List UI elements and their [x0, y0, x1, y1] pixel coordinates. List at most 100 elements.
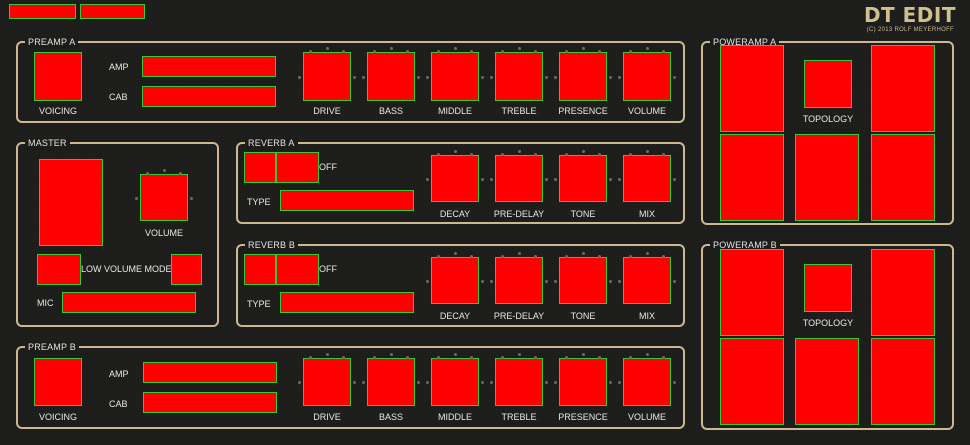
- poweramp-a-control-4[interactable]: [795, 134, 859, 221]
- tick-dot: [426, 75, 429, 79]
- treble-knob[interactable]: [495, 358, 543, 406]
- tick-dot: [190, 196, 193, 200]
- poweramp-a-topology-control[interactable]: [804, 60, 852, 108]
- tick-dot: [298, 381, 301, 384]
- reverb-a-type-select[interactable]: [280, 190, 414, 211]
- tick-dot: [565, 255, 568, 258]
- tick-dot: [454, 47, 457, 50]
- reverb-b-off-label: OFF: [319, 264, 337, 274]
- tick-dot: [390, 47, 393, 50]
- knob-label: PRESENCE: [558, 106, 608, 116]
- tick-dot: [481, 75, 484, 79]
- knob-label: DRIVE: [313, 412, 341, 422]
- master-main-control[interactable]: [39, 159, 103, 246]
- poweramp-b-control-3[interactable]: [720, 338, 784, 425]
- pre-delay-knob[interactable]: [495, 257, 543, 304]
- tick-dot: [426, 381, 429, 384]
- cab-select[interactable]: [142, 86, 276, 107]
- amp-select[interactable]: [143, 362, 277, 383]
- panel-title: PREAMP B: [25, 341, 79, 353]
- poweramp-b-control-2[interactable]: [871, 249, 935, 336]
- mic-select[interactable]: [62, 292, 196, 313]
- tick-dot: [163, 169, 166, 172]
- low-volume-mode-label: LOW VOLUME MODE: [81, 264, 172, 274]
- low-volume-mode-left[interactable]: [37, 254, 81, 285]
- mix-knob[interactable]: [623, 155, 671, 202]
- volume-knob[interactable]: [623, 52, 671, 101]
- middle-knob[interactable]: [431, 52, 479, 101]
- poweramp-a-topology-label: TOPOLOGY: [802, 114, 854, 124]
- panel-title: REVERB B: [245, 239, 299, 251]
- copyright-text: (C) 2013 ROLF MEYERHOFF: [866, 27, 954, 33]
- poweramp-a-control-5[interactable]: [871, 134, 935, 221]
- voicing-label: VOICING: [38, 106, 77, 116]
- reverb-b-toggle-left[interactable]: [244, 254, 276, 285]
- low-volume-mode-right[interactable]: [171, 254, 202, 285]
- reverb-b-type-select[interactable]: [280, 292, 414, 313]
- treble-knob[interactable]: [495, 52, 543, 101]
- tick-dot: [470, 153, 473, 156]
- tick-dot: [609, 279, 612, 283]
- tick-dot: [609, 177, 612, 181]
- poweramp-b-control-1[interactable]: [720, 249, 784, 336]
- middle-knob[interactable]: [431, 358, 479, 406]
- tick-dot: [565, 50, 568, 53]
- tick-dot: [481, 177, 484, 181]
- poweramp-a-control-2[interactable]: [871, 45, 935, 132]
- tick-dot: [490, 75, 493, 79]
- tick-dot: [629, 153, 632, 156]
- tick-dot: [437, 50, 440, 53]
- tick-dot: [618, 279, 621, 283]
- tick-dot: [554, 75, 557, 79]
- tick-dot: [646, 252, 649, 255]
- tick-dot: [662, 255, 665, 258]
- poweramp-b-control-5[interactable]: [871, 338, 935, 425]
- bass-knob[interactable]: [367, 358, 415, 406]
- reverb-b-toggle-right[interactable]: [276, 254, 319, 285]
- top-tab-1[interactable]: [9, 4, 76, 19]
- tone-knob[interactable]: [559, 155, 607, 202]
- presence-knob[interactable]: [559, 358, 607, 406]
- tick-dot: [646, 353, 649, 356]
- tick-dot: [629, 255, 632, 258]
- amp-select[interactable]: [142, 56, 276, 77]
- tick-dot: [309, 356, 312, 359]
- knob-label: TREBLE: [501, 106, 537, 116]
- presence-knob[interactable]: [559, 52, 607, 101]
- master-volume-knob[interactable]: [140, 174, 188, 221]
- top-tab-2[interactable]: [80, 4, 145, 19]
- mix-knob[interactable]: [623, 257, 671, 304]
- poweramp-a-control-3[interactable]: [720, 134, 784, 221]
- voicing-control[interactable]: [34, 52, 82, 101]
- panel-title: PREAMP A: [25, 36, 79, 48]
- tick-dot: [490, 177, 493, 181]
- tick-dot: [545, 279, 548, 283]
- tick-dot: [609, 75, 612, 79]
- pre-delay-knob[interactable]: [495, 155, 543, 202]
- bass-knob[interactable]: [367, 52, 415, 101]
- tick-dot: [582, 47, 585, 50]
- tick-dot: [534, 50, 537, 53]
- tick-dot: [146, 172, 149, 175]
- decay-knob[interactable]: [431, 257, 479, 304]
- drive-knob[interactable]: [303, 358, 351, 406]
- poweramp-a-control-1[interactable]: [720, 45, 784, 132]
- drive-knob[interactable]: [303, 52, 351, 101]
- tick-dot: [629, 356, 632, 359]
- tick-dot: [545, 381, 548, 384]
- poweramp-b-control-4[interactable]: [795, 338, 859, 425]
- knob-label: DECAY: [439, 311, 471, 321]
- reverb-a-toggle-left[interactable]: [244, 152, 276, 183]
- knob-label: MIX: [638, 209, 655, 219]
- tick-dot: [454, 252, 457, 255]
- tick-dot: [609, 381, 612, 384]
- cab-select[interactable]: [143, 392, 277, 413]
- poweramp-b-topology-control[interactable]: [804, 264, 852, 312]
- reverb-a-toggle-right[interactable]: [276, 152, 319, 183]
- tick-dot: [470, 356, 473, 359]
- tick-dot: [545, 177, 548, 181]
- decay-knob[interactable]: [431, 155, 479, 202]
- tone-knob[interactable]: [559, 257, 607, 304]
- voicing-control[interactable]: [34, 358, 82, 406]
- volume-knob[interactable]: [623, 358, 671, 406]
